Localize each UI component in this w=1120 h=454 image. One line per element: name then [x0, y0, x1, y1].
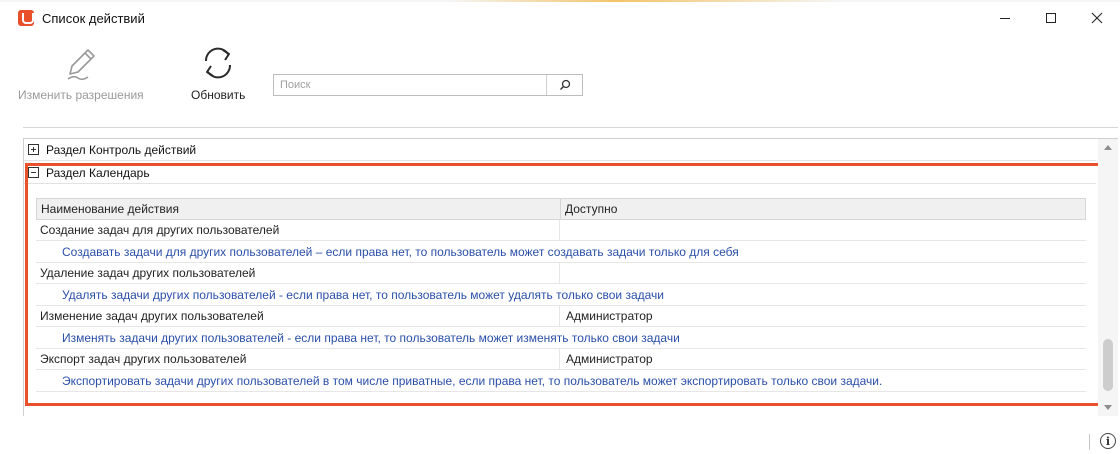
status-bar: i: [0, 420, 1120, 454]
refresh-icon: [205, 47, 232, 79]
available-cell[interactable]: Администратор: [560, 306, 1086, 326]
column-header-available[interactable]: Доступно: [561, 199, 1085, 219]
row-description: Создавать задачи для других пользователе…: [36, 241, 1086, 263]
close-icon: [1091, 12, 1103, 24]
window-controls: [982, 2, 1120, 34]
calendar-actions-table: Наименование действия Доступно Создание …: [36, 198, 1086, 392]
action-name-cell: Создание задач для других пользователей: [36, 220, 560, 240]
status-divider: [1089, 434, 1090, 450]
action-name-cell: Экспорт задач других пользователей: [36, 349, 560, 369]
maximize-button[interactable]: [1028, 2, 1074, 34]
search-button[interactable]: [546, 75, 582, 95]
toolbar: Изменить разрешения Обновить: [0, 44, 1120, 124]
table-row[interactable]: Удаление задач других пользователей: [36, 263, 1086, 284]
edit-permissions-button[interactable]: Изменить разрешения: [18, 44, 144, 102]
minimize-icon: [1000, 18, 1010, 19]
search-box: [273, 74, 583, 96]
title-bar: Список действий: [0, 2, 1120, 34]
collapse-minus-icon[interactable]: [28, 167, 39, 178]
action-name-cell: Удаление задач других пользователей: [36, 263, 560, 283]
actions-list-window: Список действий Изменить разрешения Обно…: [0, 0, 1120, 454]
scroll-up-arrow-icon[interactable]: [1104, 145, 1112, 150]
search-input[interactable]: [274, 75, 546, 95]
refresh-label: Обновить: [191, 88, 246, 102]
table-header: Наименование действия Доступно: [36, 198, 1086, 220]
scroll-thumb[interactable]: [1103, 339, 1113, 391]
table-row[interactable]: Создание задач для других пользователей: [36, 220, 1086, 241]
refresh-button[interactable]: Обновить: [191, 44, 245, 102]
app-logo-icon: [18, 10, 34, 26]
available-cell[interactable]: [560, 220, 1086, 240]
row-description: Изменять задачи других пользователей - е…: [36, 327, 1086, 349]
expand-plus-icon[interactable]: [28, 144, 39, 155]
edit-permissions-label: Изменить разрешения: [18, 88, 144, 102]
row-description: Экспортировать задачи других пользовател…: [36, 370, 1086, 392]
column-header-action-name[interactable]: Наименование действия: [37, 199, 561, 219]
group-row-calendar[interactable]: Раздел Календарь: [24, 162, 1096, 184]
vertical-scrollbar[interactable]: [1098, 139, 1118, 416]
group-label: Раздел Календарь: [46, 165, 150, 180]
available-cell[interactable]: Администратор: [560, 349, 1086, 369]
window-title: Список действий: [42, 10, 145, 26]
table-row[interactable]: Экспорт задач других пользователей Админ…: [36, 349, 1086, 370]
group-row-action-control[interactable]: Раздел Контроль действий: [24, 139, 1096, 161]
search-icon: [559, 79, 570, 90]
scroll-down-arrow-icon[interactable]: [1104, 405, 1112, 410]
info-icon[interactable]: i: [1100, 433, 1116, 449]
toolbar-divider: [23, 127, 1118, 128]
maximize-icon: [1046, 13, 1056, 23]
action-name-cell: Изменение задач других пользователей: [36, 306, 560, 326]
close-button[interactable]: [1074, 2, 1120, 34]
group-label: Раздел Контроль действий: [46, 142, 197, 157]
available-cell[interactable]: [560, 263, 1086, 283]
row-description: Удалять задачи других пользователей - ес…: [36, 284, 1086, 306]
minimize-button[interactable]: [982, 2, 1028, 34]
actions-grid: Раздел Контроль действий Раздел Календар…: [23, 138, 1118, 416]
table-row[interactable]: Изменение задач других пользователей Адм…: [36, 306, 1086, 327]
pencil-icon: [67, 49, 95, 81]
